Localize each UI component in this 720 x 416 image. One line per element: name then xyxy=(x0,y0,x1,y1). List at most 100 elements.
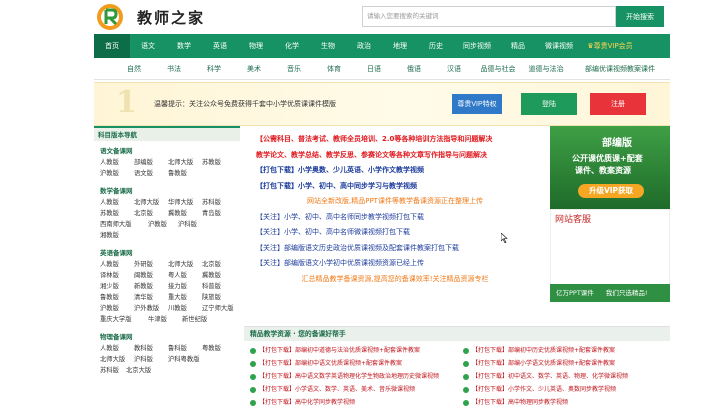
edition-link[interactable]: 北师大版 xyxy=(168,157,202,168)
subnav-russian[interactable]: 俄语 xyxy=(394,58,434,80)
announcement-link[interactable]: 【关注】部编版语文小学初中优质课视频资源已经上传 xyxy=(244,256,546,272)
edition-link[interactable]: 湘教版 xyxy=(100,230,134,241)
resource-link[interactable]: 【打包下载】高中语文数学英语物理化学生物政治地理历史微课视频 xyxy=(244,370,457,383)
edition-link[interactable]: 语文版 xyxy=(134,168,168,179)
nav-chinese[interactable]: 语文 xyxy=(130,34,166,58)
edition-link[interactable]: 清华版 xyxy=(134,292,168,303)
edition-link[interactable]: 北师大版 xyxy=(100,354,134,365)
edition-link[interactable]: 苏科版 xyxy=(100,365,126,376)
edition-link[interactable]: 北京版 xyxy=(202,259,236,270)
nav-sync-video[interactable]: 同步视频 xyxy=(454,34,500,58)
announcement-link[interactable]: 【打包下载】小学、初中、高中同步学习与教学视频 xyxy=(244,179,546,195)
subnav-chinese-lang[interactable]: 汉语 xyxy=(434,58,474,80)
edition-link[interactable]: 接力版 xyxy=(168,281,202,292)
edition-link[interactable]: 新世纪版 xyxy=(182,314,216,325)
edition-link[interactable]: 科普版 xyxy=(202,281,236,292)
subnav-morality-society[interactable]: 品德与社会 xyxy=(474,58,522,80)
edition-link[interactable]: 青岛版 xyxy=(202,208,236,219)
nav-physics[interactable]: 物理 xyxy=(238,34,274,58)
edition-link[interactable]: 译林版 xyxy=(100,270,134,281)
vip-ad-banner[interactable]: 部编版 公开课优质课+配套 课件、教案资源 升级VIP获取 xyxy=(550,126,670,209)
search-button[interactable]: 开始搜索 xyxy=(616,6,664,27)
announcement-link[interactable]: 教学论文、教学总结、教学反思、参赛论文等各种文章写作指导与问题解决 xyxy=(244,148,546,164)
nav-premium[interactable]: 精品 xyxy=(500,34,536,58)
nav-english[interactable]: 英语 xyxy=(202,34,238,58)
subnav-art[interactable]: 美术 xyxy=(234,58,274,80)
resource-link[interactable]: 【打包下载】小学作文、少儿英语、奥数同步教学视频 xyxy=(457,383,670,396)
announcement-link[interactable]: 【打包下载】小学奥数、少儿英语、小学作文教学视频 xyxy=(244,163,546,179)
edition-link[interactable]: 辽宁师大版 xyxy=(202,303,236,314)
vip-privilege-button[interactable]: 尊贵VIP特权 xyxy=(452,94,502,114)
edition-link[interactable]: 湘少版 xyxy=(100,281,134,292)
nav-history[interactable]: 历史 xyxy=(418,34,454,58)
edition-link[interactable]: 沪科粤教版 xyxy=(168,354,216,365)
login-button[interactable]: 登陆 xyxy=(521,93,577,115)
edition-link[interactable]: 苏科版 xyxy=(202,197,236,208)
resource-link[interactable]: 【打包下载】初中语文、数学、英语、物理、化学微课视频 xyxy=(457,370,670,383)
announcement-link[interactable]: 汇总精品教学备课资源,提高您的备课效率!关注精品资源专栏 xyxy=(244,272,546,288)
edition-link[interactable]: 华师大版 xyxy=(168,197,202,208)
section-title[interactable]: 数学备课网 xyxy=(100,185,240,195)
edition-link[interactable]: 北师大版 xyxy=(134,197,168,208)
edition-link[interactable]: 北京版 xyxy=(134,208,168,219)
nav-biology[interactable]: 生物 xyxy=(310,34,346,58)
nav-politics[interactable]: 政治 xyxy=(346,34,382,58)
resource-link[interactable]: 【打包下载】部编小学语文优质课视频+配套课件教案 xyxy=(457,357,670,370)
edition-link[interactable]: 陕旅版 xyxy=(202,292,236,303)
edition-link[interactable]: 闽教版 xyxy=(134,270,168,281)
edition-link[interactable]: 牛津版 xyxy=(148,314,182,325)
nav-vip[interactable]: ♛尊贵VIP会员 xyxy=(582,34,638,58)
resource-link[interactable]: 【打包下载】部编初中历史优质课视频+配套课件教案 xyxy=(457,344,670,357)
promo-bar[interactable]: 亿万PPT课件 我们只选精品! xyxy=(550,284,670,302)
edition-link[interactable]: 沪教版 xyxy=(100,168,134,179)
edition-link[interactable]: 新教版 xyxy=(134,281,168,292)
nav-micro-video[interactable]: 微课视频 xyxy=(536,34,582,58)
nav-chemistry[interactable]: 化学 xyxy=(274,34,310,58)
edition-link[interactable]: 鲁教版 xyxy=(100,292,134,303)
edition-link[interactable]: 外研版 xyxy=(134,259,168,270)
section-title[interactable]: 语文备课网 xyxy=(100,145,240,155)
edition-link[interactable]: 冀教版 xyxy=(202,270,236,281)
subnav-science[interactable]: 科学 xyxy=(194,58,234,80)
edition-link[interactable]: 沪教版 xyxy=(148,219,178,230)
edition-link[interactable]: 人教版 xyxy=(100,343,134,354)
edition-link[interactable]: 冀教版 xyxy=(168,208,202,219)
search-input[interactable] xyxy=(362,6,616,27)
edition-link[interactable]: 沪科版 xyxy=(178,219,212,230)
subnav-music[interactable]: 音乐 xyxy=(274,58,314,80)
subnav-nature[interactable]: 自然 xyxy=(114,58,154,80)
resource-link[interactable]: 【打包下载】小学语文、数学、英语、美术、音乐微课视频 xyxy=(244,383,457,396)
section-title[interactable]: 物理备课网 xyxy=(100,331,240,341)
edition-link[interactable]: 教科版 xyxy=(134,343,168,354)
edition-link[interactable]: 西南师大版 xyxy=(100,219,148,230)
edition-link[interactable]: 人教版 xyxy=(100,259,134,270)
resource-link[interactable]: 【打包下载】高中化学同步教学视频 xyxy=(244,396,457,409)
site-logo[interactable] xyxy=(96,3,124,31)
edition-link[interactable]: 重大版 xyxy=(168,292,202,303)
subnav-unified-videos[interactable]: 部编优课视频教案课件 xyxy=(570,58,670,80)
announcement-link[interactable]: 网站全新改版,精品PPT课件等教学备课资源正在整理上传 xyxy=(244,194,546,210)
announcement-link[interactable]: 【公需科目、普法考试、教师全员培训、2.0等各种培训方法指导和问题解决 xyxy=(244,132,546,148)
edition-link[interactable]: 鲁教版 xyxy=(168,168,202,179)
edition-link[interactable]: 部编版 xyxy=(134,157,168,168)
upgrade-vip-button[interactable]: 升级VIP获取 xyxy=(578,184,644,198)
edition-link[interactable]: 川教版 xyxy=(168,303,202,314)
edition-link[interactable]: 苏教版 xyxy=(100,208,134,219)
edition-link[interactable]: 粤人版 xyxy=(168,270,202,281)
edition-link[interactable]: 沪科版 xyxy=(134,354,168,365)
subnav-japanese[interactable]: 日语 xyxy=(354,58,394,80)
edition-link[interactable]: 北京大版 xyxy=(126,365,160,376)
edition-link[interactable]: 苏教版 xyxy=(202,157,236,168)
subnav-pe[interactable]: 体育 xyxy=(314,58,354,80)
nav-home[interactable]: 首页 xyxy=(94,34,130,58)
edition-link[interactable]: 人教版 xyxy=(100,157,134,168)
nav-geography[interactable]: 地理 xyxy=(382,34,418,58)
resource-link[interactable]: 【打包下载】部编初中道德与法治优质课视频+配套课件教案 xyxy=(244,344,457,357)
edition-link[interactable]: 人教版 xyxy=(100,197,134,208)
edition-link[interactable]: 鲁科版 xyxy=(168,343,202,354)
resource-link[interactable]: 【打包下载】高中物理同步教学视频 xyxy=(457,396,670,409)
resource-link[interactable]: 【打包下载】部编初中语文优质课视频+配套课件教案 xyxy=(244,357,457,370)
edition-link[interactable]: 北师大版 xyxy=(168,259,202,270)
section-title[interactable]: 英语备课网 xyxy=(100,247,240,257)
announcement-link[interactable]: 【关注】小学、初中、高中名师同步教学视频打包下载 xyxy=(244,210,546,226)
